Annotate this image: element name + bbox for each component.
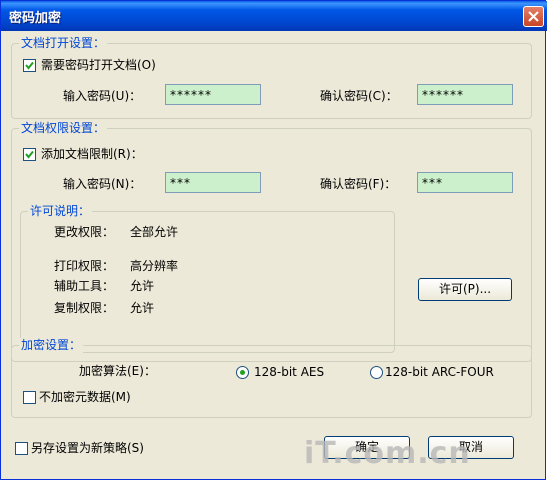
license-legend: 许可说明： [28,204,93,219]
change-permission-value: 全部允许 [130,225,179,239]
checkmark-icon [25,61,34,70]
permission-settings-group: 文档权限设置： 添加文档限制(R)： 输入密码(N)： *** 确认密码(F)：… [11,121,532,362]
open-input-password-label: 输入密码(U)： [63,89,142,103]
permissions-button[interactable]: 许可(P)... [418,278,512,301]
no-metadata-checkbox[interactable] [23,391,36,404]
require-password-label[interactable]: 需要密码打开文档(O) [41,58,156,73]
copy-permission-label: 复制权限： [54,301,115,315]
open-confirm-password-field[interactable]: ****** [417,84,513,105]
close-button[interactable] [523,6,544,27]
site-watermark: iT.com.cn [304,436,471,471]
encryption-settings-group: 加密设置： 加密算法(E)： 128-bit AES 128-bit ARC-F… [11,338,532,418]
open-confirm-password-label: 确认密码(C)： [320,89,398,103]
open-password-field[interactable]: ****** [165,84,261,105]
radio-selected-dot [240,370,245,375]
arcfour-radio[interactable] [370,366,383,379]
checkmark-icon [25,150,34,159]
aes-label[interactable]: 128-bit AES [254,365,324,380]
password-encryption-dialog: 密码加密 文档打开设置： 需要密码打开文档(O) 输入密码(U)： ******… [0,0,547,480]
change-permission-label: 更改权限： [54,225,115,239]
arcfour-label[interactable]: 128-bit ARC-FOUR [385,365,494,380]
open-settings-group: 文档打开设置： 需要密码打开文档(O) 输入密码(U)： ****** 确认密码… [11,36,532,119]
encryption-settings-legend: 加密设置： [19,338,84,353]
perm-confirm-password-field[interactable]: *** [417,172,513,193]
license-group: 许可说明： 更改权限： 全部允许 打印权限： 高分辨率 辅助工具： 允许 复制权… [20,204,395,353]
perm-confirm-password-label: 确认密码(F)： [320,177,397,191]
no-metadata-label[interactable]: 不加密元数据(M) [39,390,131,405]
accessibility-label: 辅助工具： [54,279,115,293]
algorithm-label: 加密算法(E)： [79,364,156,378]
window-title: 密码加密 [9,11,62,26]
save-policy-label[interactable]: 另存设置为新策略(S) [31,441,144,456]
copy-permission-value: 允许 [130,301,155,315]
open-settings-legend: 文档打开设置： [19,36,108,51]
perm-input-password-label: 输入密码(N)： [63,177,142,191]
dialog-body: 文档打开设置： 需要密码打开文档(O) 输入密码(U)： ****** 确认密码… [4,31,544,478]
save-policy-checkbox[interactable] [15,442,28,455]
require-password-checkbox[interactable] [23,59,36,72]
aes-radio[interactable] [236,366,249,379]
close-icon [528,11,539,22]
add-restriction-checkbox[interactable] [23,148,36,161]
permission-settings-legend: 文档权限设置： [19,121,108,136]
add-restriction-label[interactable]: 添加文档限制(R)： [41,147,143,162]
perm-password-field[interactable]: *** [165,172,261,193]
accessibility-value: 允许 [130,279,155,293]
print-permission-label: 打印权限： [54,259,115,273]
title-bar: 密码加密 [1,1,547,31]
print-permission-value: 高分辨率 [130,259,179,273]
